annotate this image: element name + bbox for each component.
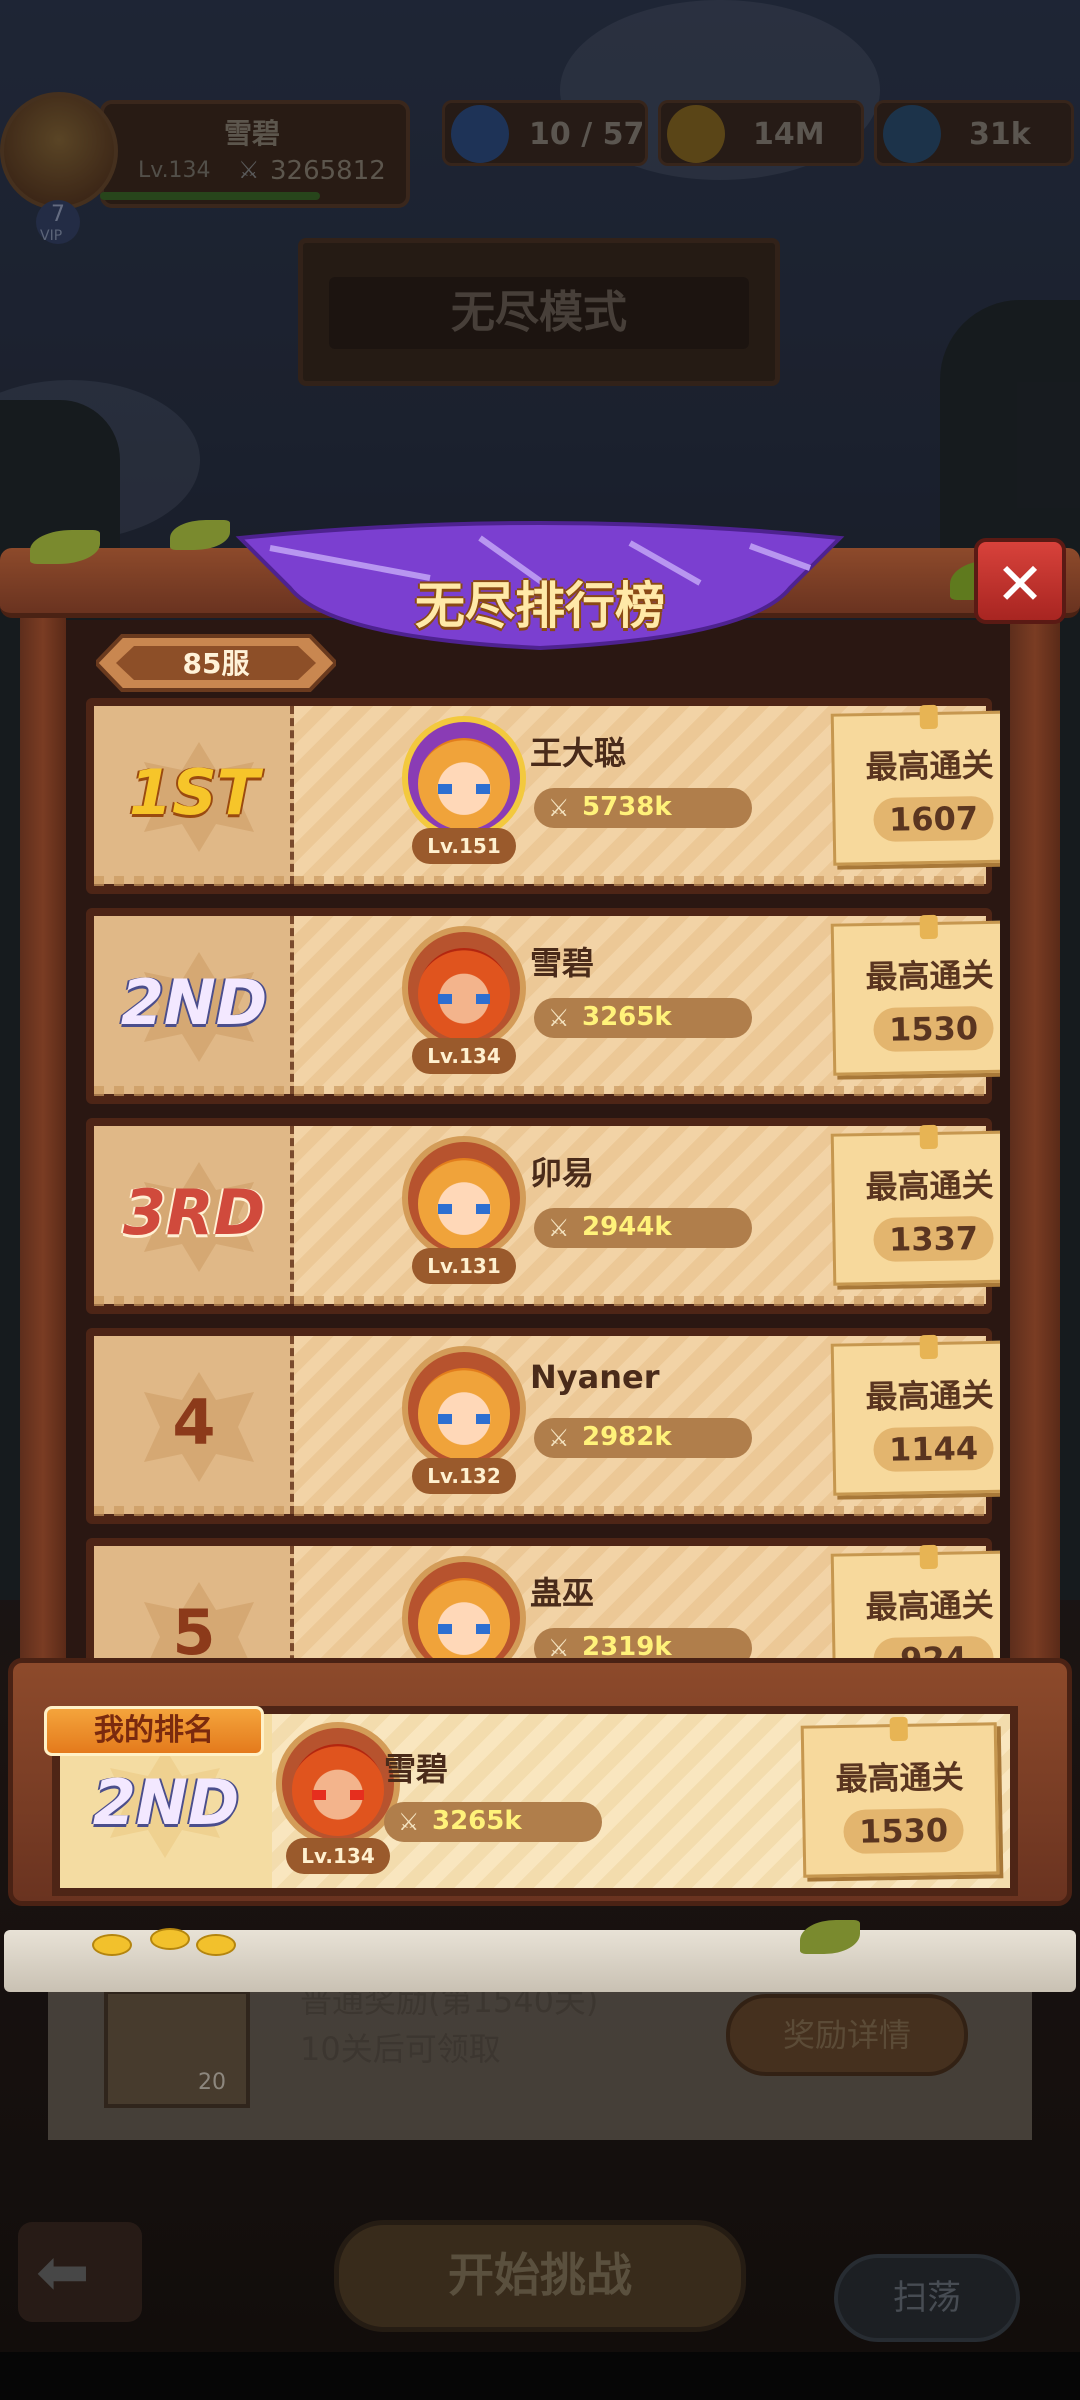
player-avatar[interactable] xyxy=(402,716,526,840)
rank-cell: 1ST xyxy=(94,706,294,884)
stage-value: 1607 xyxy=(873,795,994,842)
leaderboard-row[interactable]: 5 蛊巫 ⚔ 2319k 最高通关 924 xyxy=(86,1538,1000,1658)
my-stage-note: 最高通关 1530 xyxy=(800,1716,1000,1878)
rank-label: 5 xyxy=(172,1596,216,1658)
rank-label: 1ST xyxy=(128,756,260,829)
my-rank-main: Lv.134 雪碧 ⚔ 3265k 最高通关 1530 xyxy=(272,1714,1010,1888)
pin-icon xyxy=(919,914,938,940)
rank-cell: 3RD xyxy=(94,1126,294,1304)
rank-label: 2ND xyxy=(120,966,268,1039)
player-name: 雪碧 xyxy=(530,944,595,982)
leaderboard-row[interactable]: 1ST Lv.151 王大聪 ⚔ 5738k 最高通关 1607 xyxy=(86,698,1000,894)
stage-label: 最高通关 xyxy=(865,1375,994,1417)
sword-icon: ⚔ xyxy=(398,1808,420,1836)
row-main: Lv.131 卯易 ⚔ 2944k 最高通关 1337 xyxy=(294,1124,1000,1304)
stage-label: 最高通关 xyxy=(865,955,994,997)
power-pill: ⚔ 3265k xyxy=(534,998,752,1038)
coin-decoration xyxy=(150,1928,190,1950)
shelf-post-left xyxy=(20,605,66,1685)
power-value: 5738k xyxy=(582,792,672,822)
player-avatar[interactable] xyxy=(402,1556,526,1658)
sword-icon: ⚔ xyxy=(548,1214,570,1242)
coin-decoration xyxy=(92,1934,132,1956)
pin-icon xyxy=(919,1124,938,1150)
power-value: 2982k xyxy=(582,1422,672,1452)
player-avatar[interactable] xyxy=(402,1136,526,1260)
row-edge xyxy=(94,876,986,886)
my-power-pill: ⚔ 3265k xyxy=(384,1802,602,1842)
leaderboard-row[interactable]: 4 Lv.132 Nyaner ⚔ 2982k 最高通关 1144 xyxy=(86,1328,1000,1524)
stage-label: 最高通关 xyxy=(865,745,994,787)
player-name: Nyaner xyxy=(530,1358,660,1396)
pin-icon xyxy=(919,1544,938,1570)
sword-icon: ⚔ xyxy=(548,1424,570,1452)
stage-label: 最高通关 xyxy=(865,1585,994,1627)
power-pill: ⚔ 2319k xyxy=(534,1628,752,1658)
player-avatar[interactable] xyxy=(402,1346,526,1470)
stage-note: 最高通关 924 xyxy=(830,1544,1000,1658)
power-value: 3265k xyxy=(582,1002,672,1032)
my-rank-label: 2ND xyxy=(92,1766,240,1839)
power-pill: ⚔ 2944k xyxy=(534,1208,752,1248)
my-rank-tag: 我的排名 xyxy=(44,1706,264,1756)
leaderboard-title: 无尽排行榜 xyxy=(415,577,665,635)
stage-note: 最高通关 1337 xyxy=(830,1124,1000,1286)
pin-icon xyxy=(919,704,938,730)
my-stage-label: 最高通关 xyxy=(835,1757,964,1799)
my-player-name: 雪碧 xyxy=(384,1750,449,1788)
my-level-badge: Lv.134 xyxy=(286,1838,390,1874)
level-badge: Lv.131 xyxy=(412,1248,516,1284)
my-avatar[interactable] xyxy=(276,1722,400,1846)
player-avatar[interactable] xyxy=(402,926,526,1050)
level-badge: Lv.132 xyxy=(412,1458,516,1494)
my-stage-value: 1530 xyxy=(843,1807,964,1854)
game-screen: 雪碧 Lv.134 ⚔ 3265812 7 VIP 10 / 57 14M 31… xyxy=(0,0,1080,2400)
close-button[interactable]: ✕ xyxy=(974,538,1066,624)
my-power-value: 3265k xyxy=(432,1806,522,1836)
stage-value: 1144 xyxy=(873,1425,994,1472)
power-value: 2944k xyxy=(582,1212,672,1242)
level-badge: Lv.151 xyxy=(412,828,516,864)
row-edge xyxy=(94,1296,986,1306)
stage-note: 最高通关 1530 xyxy=(830,914,1000,1076)
pin-icon xyxy=(919,1334,938,1360)
leaderboard-row[interactable]: 2ND Lv.134 雪碧 ⚔ 3265k 最高通关 1530 xyxy=(86,908,1000,1104)
stage-label: 最高通关 xyxy=(865,1165,994,1207)
rank-cell: 2ND xyxy=(94,916,294,1094)
leaderboard-row[interactable]: 3RD Lv.131 卯易 ⚔ 2944k 最高通关 1337 xyxy=(86,1118,1000,1314)
sword-icon: ⚔ xyxy=(548,794,570,822)
row-main: Lv.132 Nyaner ⚔ 2982k 最高通关 1144 xyxy=(294,1334,1000,1514)
player-name: 王大聪 xyxy=(530,734,627,772)
rank-label: 4 xyxy=(172,1386,216,1459)
row-edge xyxy=(94,1506,986,1516)
player-name: 蛊巫 xyxy=(530,1574,595,1612)
row-main: 蛊巫 ⚔ 2319k 最高通关 924 xyxy=(294,1544,1000,1658)
level-badge: Lv.134 xyxy=(412,1038,516,1074)
close-icon: ✕ xyxy=(995,550,1045,618)
ranking-list[interactable]: 1ST Lv.151 王大聪 ⚔ 5738k 最高通关 1607 2ND Lv.… xyxy=(80,690,1000,1658)
stage-value: 924 xyxy=(873,1635,994,1658)
row-main: Lv.134 雪碧 ⚔ 3265k 最高通关 1530 xyxy=(294,914,1000,1094)
power-pill: ⚔ 2982k xyxy=(534,1418,752,1458)
power-pill: ⚔ 5738k xyxy=(534,788,752,828)
shelf-post-right xyxy=(1010,605,1060,1685)
server-label: 85服 xyxy=(182,647,250,680)
row-main: Lv.151 王大聪 ⚔ 5738k 最高通关 1607 xyxy=(294,704,1000,884)
sword-icon: ⚔ xyxy=(548,1004,570,1032)
player-name: 卯易 xyxy=(530,1154,595,1192)
power-value: 2319k xyxy=(582,1632,672,1658)
stage-note: 最高通关 1607 xyxy=(830,704,1000,866)
sword-icon: ⚔ xyxy=(548,1634,570,1658)
coin-decoration xyxy=(196,1934,236,1956)
stage-value: 1530 xyxy=(873,1005,994,1052)
stage-value: 1337 xyxy=(873,1215,994,1262)
rank-cell: 4 xyxy=(94,1336,294,1514)
stage-note: 最高通关 1144 xyxy=(830,1334,1000,1496)
row-edge xyxy=(94,1086,986,1096)
rank-cell: 5 xyxy=(94,1546,294,1658)
pin-icon xyxy=(889,1716,908,1742)
rank-label: 3RD xyxy=(122,1176,266,1249)
